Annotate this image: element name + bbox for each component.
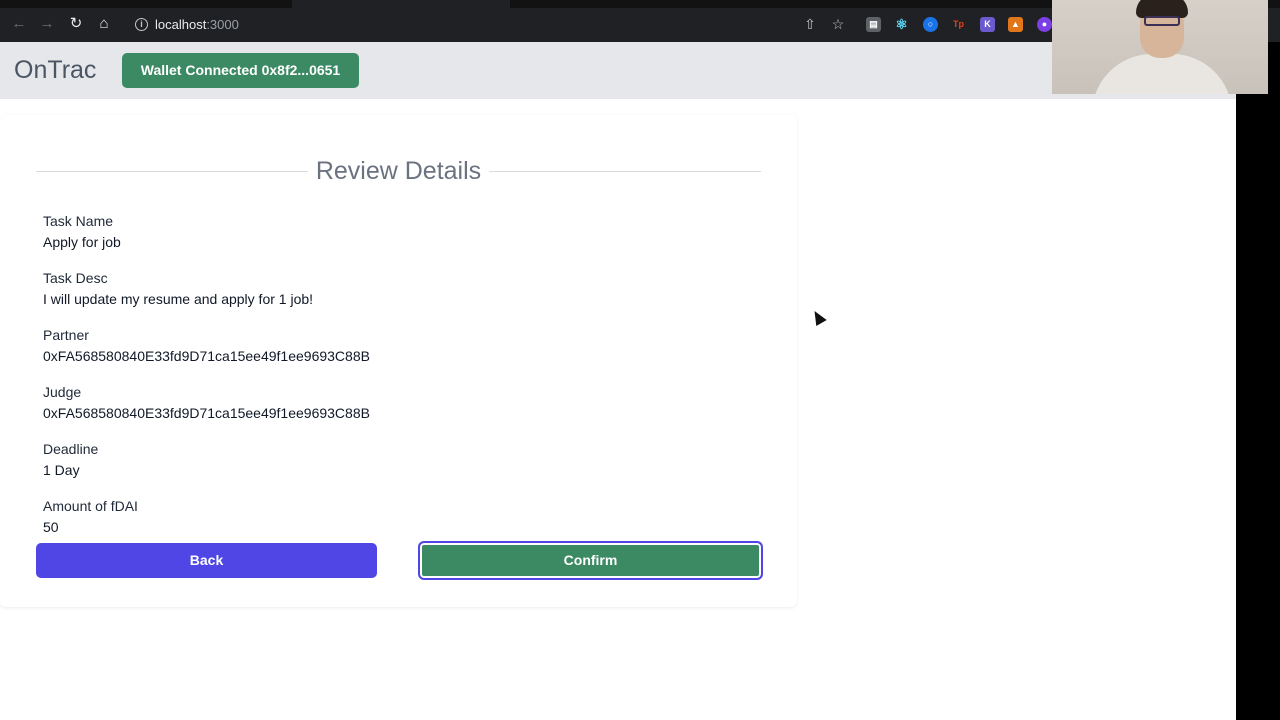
metamask-fox-icon[interactable]: ▲ <box>1008 17 1023 32</box>
review-card: Review Details Task Name Apply for job T… <box>0 115 797 607</box>
field-label-partner: Partner <box>43 327 89 343</box>
webcam-person-body <box>1092 54 1232 94</box>
home-icon[interactable]: ⌂ <box>94 14 114 34</box>
page-title-text: Review Details <box>307 157 490 185</box>
password-manager-icon[interactable]: ○ <box>923 17 938 32</box>
webcam-overlay <box>1052 0 1268 94</box>
info-icon[interactable]: i <box>135 18 148 31</box>
brand-logo[interactable]: OnTrac <box>14 56 96 85</box>
field-label-deadline: Deadline <box>43 441 99 457</box>
k-extension-icon[interactable]: K <box>980 17 995 32</box>
wallet-extension-icon[interactable]: ● <box>1037 17 1052 32</box>
page-title: Review Details <box>36 157 761 186</box>
address-bar[interactable]: i localhost:3000 <box>123 11 1048 39</box>
reload-icon[interactable]: ↻ <box>66 14 86 34</box>
active-tab[interactable] <box>292 0 510 8</box>
react-devtools-icon[interactable]: ⚛ <box>894 17 909 32</box>
field-label-amount: Amount of fDAI <box>43 498 138 514</box>
field-value-task-desc: I will update my resume and apply for 1 … <box>43 291 314 307</box>
back-arrow-icon[interactable]: ← <box>9 14 29 34</box>
page-viewport: OnTrac Wallet Connected 0x8f2...0651 Rev… <box>0 42 1236 720</box>
share-icon[interactable]: ⇧ <box>801 14 819 34</box>
mouse-cursor-icon <box>809 307 827 327</box>
field-value-partner: 0xFA568580840E33fd9D71ca15ee49f1ee9693C8… <box>43 348 370 364</box>
bookmark-star-icon[interactable]: ☆ <box>829 14 847 34</box>
wallet-connected-button[interactable]: Wallet Connected 0x8f2...0651 <box>122 53 359 88</box>
field-value-amount: 50 <box>43 519 59 535</box>
field-value-task-name: Apply for job <box>43 234 121 250</box>
field-label-task-desc: Task Desc <box>43 270 108 286</box>
back-button[interactable]: Back <box>36 543 377 578</box>
app-header: OnTrac Wallet Connected 0x8f2...0651 <box>0 42 1236 99</box>
tp-extension-icon[interactable]: Tp <box>951 17 966 32</box>
url-host: localhost <box>155 17 207 32</box>
field-label-task-name: Task Name <box>43 213 114 229</box>
confirm-button[interactable]: Confirm <box>418 541 763 580</box>
field-value-judge: 0xFA568580840E33fd9D71ca15ee49f1ee9693C8… <box>43 405 370 421</box>
webcam-person-glasses <box>1144 16 1180 26</box>
url-port: :3000 <box>206 17 239 32</box>
review-title-section: Review Details <box>36 155 761 189</box>
field-value-deadline: 1 Day <box>43 462 80 478</box>
field-label-judge: Judge <box>43 384 82 400</box>
url-text: localhost:3000 <box>155 17 239 32</box>
extension-reader-icon[interactable]: ▤ <box>866 17 881 32</box>
forward-arrow-icon[interactable]: → <box>37 14 57 34</box>
